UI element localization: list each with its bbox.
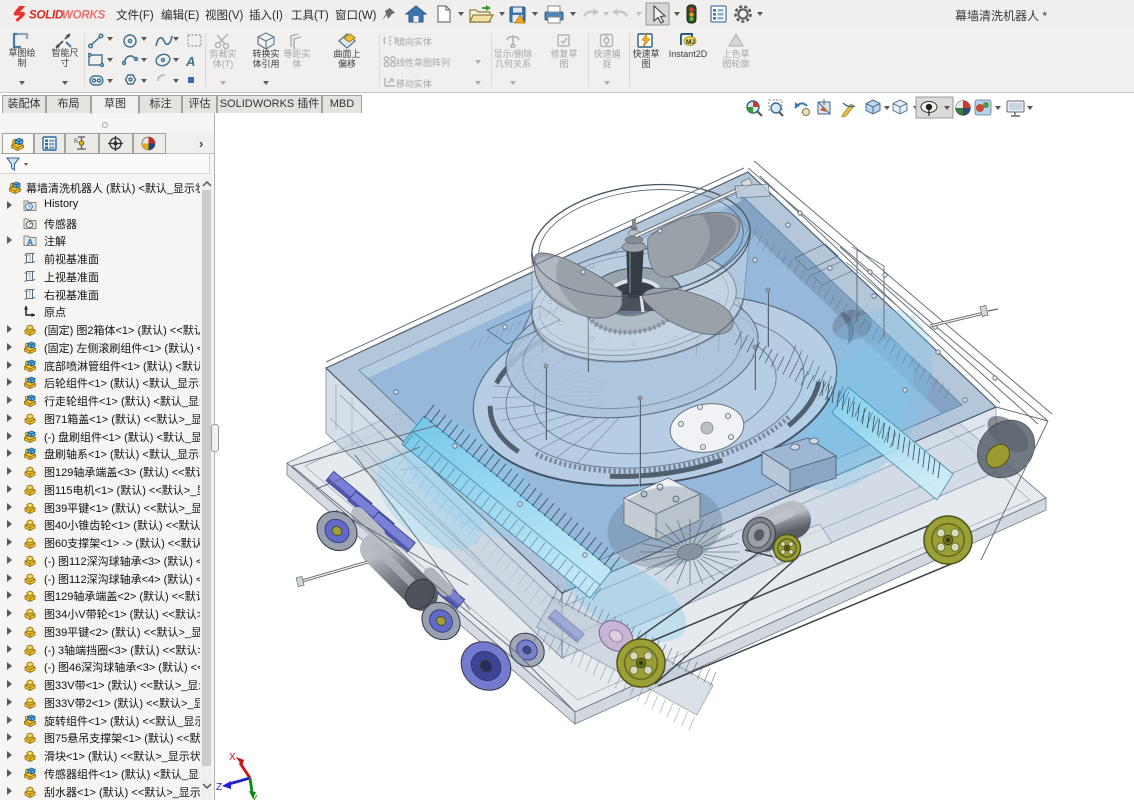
svg-text:WORKS: WORKS: [62, 10, 106, 22]
svg-text:X: X: [229, 752, 236, 763]
svg-text:B: B: [74, 139, 78, 145]
svg-text:SOLID: SOLID: [29, 10, 63, 22]
svg-text:Y: Y: [251, 794, 258, 800]
svg-text:MJ: MJ: [686, 39, 695, 46]
svg-text:Z: Z: [216, 782, 222, 793]
svg-text:A: A: [185, 54, 195, 69]
